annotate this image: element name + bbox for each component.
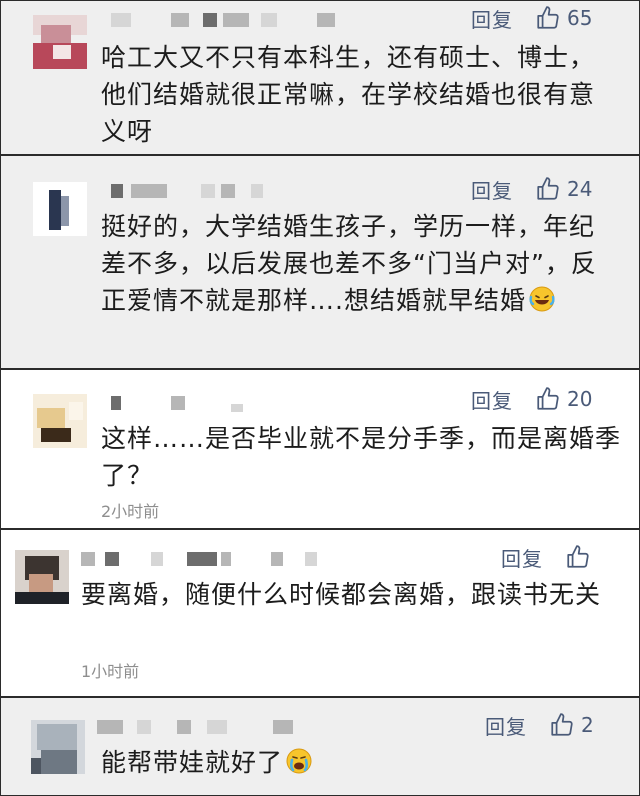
reply-button[interactable]: 回复	[501, 543, 543, 572]
reply-button[interactable]: 回复	[471, 175, 513, 204]
comment-text: 挺好的，大学结婚生孩子，学历一样，年纪差不多，以后发展也差不多“门当户对”，反正…	[101, 212, 597, 315]
reply-button[interactable]: 回复	[471, 4, 513, 33]
timestamp: 1小时前	[81, 662, 140, 681]
username-blurred[interactable]	[81, 552, 321, 566]
comment-actions: 回复	[501, 542, 597, 572]
comment-card: 回复 24 挺好的，大学结婚生孩子，学历一样，年纪差不多，以后发展也差不多“门当…	[0, 155, 640, 369]
laughing-tears-emoji-icon	[529, 286, 555, 312]
avatar[interactable]	[33, 394, 87, 448]
comment-actions: 回复 2	[485, 710, 594, 740]
username-blurred[interactable]	[111, 13, 351, 27]
crying-emoji-icon	[286, 748, 312, 774]
thumbs-up-icon	[537, 387, 559, 410]
like-button[interactable]: 2	[549, 712, 594, 738]
comment-text: 这样……是否毕业就不是分手季，而是离婚季了？	[101, 424, 622, 490]
like-count: 24	[567, 177, 593, 201]
like-button[interactable]: 65	[535, 5, 592, 31]
username-blurred[interactable]	[97, 720, 317, 734]
comment-text: 哈工大又不只有本科生，还有硕士、博士，他们结婚就很正常嘛，在学校结婚也很有意义呀	[101, 43, 596, 146]
avatar[interactable]	[33, 182, 87, 236]
thumbs-up-icon	[537, 177, 559, 200]
comment-card: 回复 2 能帮带娃就好了	[0, 697, 640, 796]
comment-text: 能帮带娃就好了	[101, 744, 621, 781]
comment-card: 回复 要离婚，随便什么时候都会离婚，跟读书无关 1小时前	[0, 529, 640, 697]
like-button[interactable]: 20	[535, 386, 592, 412]
thumbs-up-icon	[567, 545, 589, 568]
comment-actions: 回复 24	[471, 174, 592, 204]
comment-actions: 回复 65	[471, 3, 592, 33]
reply-button[interactable]: 回复	[471, 385, 513, 414]
like-count: 20	[567, 387, 593, 411]
username-blurred[interactable]	[111, 396, 251, 412]
username-blurred[interactable]	[111, 184, 281, 198]
avatar[interactable]	[33, 15, 87, 69]
like-button[interactable]	[565, 544, 597, 570]
thumbs-up-icon	[537, 6, 559, 29]
comment-text: 要离婚，随便什么时候都会离婚，跟读书无关	[81, 580, 602, 609]
like-count: 2	[581, 713, 594, 737]
comment-card: 回复 65 哈工大又不只有本科生，还有硕士、博士，他们结婚就很正常嘛，在学校结婚…	[0, 0, 640, 155]
thumbs-up-icon	[551, 713, 573, 736]
reply-button[interactable]: 回复	[485, 711, 527, 740]
timestamp: 2小时前	[101, 502, 160, 521]
avatar[interactable]	[31, 720, 85, 774]
comment-actions: 回复 20	[471, 384, 592, 414]
avatar[interactable]	[15, 550, 69, 604]
comment-card: 回复 20 这样……是否毕业就不是分手季，而是离婚季了？ 2小时前	[0, 369, 640, 529]
like-button[interactable]: 24	[535, 176, 592, 202]
like-count: 65	[567, 6, 593, 30]
